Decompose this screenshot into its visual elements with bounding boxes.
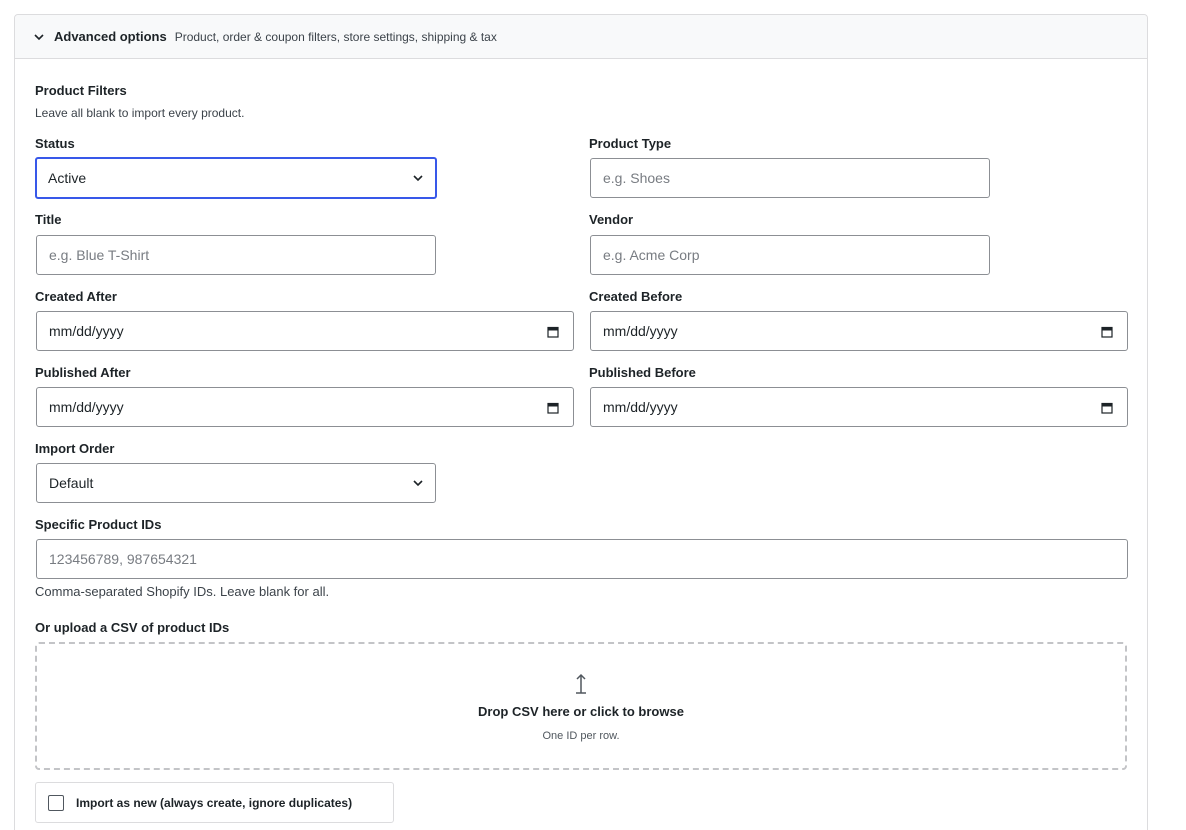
panel-subtitle: Product, order & coupon filters, store s…: [174, 29, 497, 44]
created-before-value: mm/dd/yyyy: [603, 323, 678, 339]
status-value: Active: [48, 170, 87, 186]
product-ids-placeholder: 123456789, 987654321: [49, 551, 197, 567]
chevron-down-icon: [411, 476, 425, 490]
calendar-icon[interactable]: [1101, 401, 1113, 414]
import-order-label: Import Order: [35, 441, 115, 456]
product-ids-help: Comma-separated Shopify IDs. Leave blank…: [35, 584, 330, 599]
product-filters-help: Leave all blank to import every product.: [35, 106, 245, 120]
published-before-value: mm/dd/yyyy: [603, 399, 678, 415]
calendar-icon[interactable]: [547, 325, 559, 338]
import-order-select[interactable]: Default: [36, 463, 436, 503]
product-filters-title: Product Filters: [35, 83, 127, 98]
product-ids-input[interactable]: 123456789, 987654321: [36, 539, 1128, 579]
csv-upload-label: Or upload a CSV of product IDs: [35, 620, 230, 635]
calendar-icon[interactable]: [547, 401, 559, 414]
import-order-value: Default: [49, 475, 94, 491]
upload-arrow-icon: [574, 672, 588, 696]
status-label: Status: [35, 136, 75, 151]
title-input[interactable]: e.g. Blue T-Shirt: [36, 235, 436, 275]
product-type-placeholder: e.g. Shoes: [603, 170, 670, 186]
dropzone-subtitle: One ID per row.: [542, 730, 620, 742]
created-before-label: Created Before: [589, 289, 683, 304]
created-before-date-input[interactable]: mm/dd/yyyy: [590, 311, 1128, 351]
published-after-label: Published After: [35, 365, 131, 380]
advanced-options-toggle[interactable]: Advanced options Product, order & coupon…: [15, 15, 1147, 59]
created-after-date-input[interactable]: mm/dd/yyyy: [36, 311, 574, 351]
title-placeholder: e.g. Blue T-Shirt: [49, 247, 150, 263]
chevron-down-icon: [33, 31, 45, 43]
product-type-label: Product Type: [589, 136, 672, 151]
published-before-label: Published Before: [589, 365, 696, 380]
vendor-placeholder: e.g. Acme Corp: [603, 247, 700, 263]
product-ids-label: Specific Product IDs: [35, 517, 162, 532]
published-after-date-input[interactable]: mm/dd/yyyy: [36, 387, 574, 427]
published-after-value: mm/dd/yyyy: [49, 399, 124, 415]
vendor-label: Vendor: [589, 212, 634, 227]
published-before-date-input[interactable]: mm/dd/yyyy: [590, 387, 1128, 427]
created-after-label: Created After: [35, 289, 117, 304]
dropzone-title: Drop CSV here or click to browse: [478, 704, 684, 719]
title-label: Title: [35, 212, 62, 227]
panel-title: Advanced options: [54, 29, 167, 44]
status-select[interactable]: Active: [35, 157, 437, 199]
created-after-value: mm/dd/yyyy: [49, 323, 124, 339]
import-as-new-label: Import as new (always create, ignore dup…: [76, 795, 353, 810]
import-as-new-option[interactable]: Import as new (always create, ignore dup…: [35, 782, 394, 823]
csv-dropzone[interactable]: Drop CSV here or click to browse One ID …: [35, 642, 1127, 770]
vendor-input[interactable]: e.g. Acme Corp: [590, 235, 990, 275]
calendar-icon[interactable]: [1101, 325, 1113, 338]
chevron-down-icon: [411, 171, 425, 185]
import-as-new-checkbox[interactable]: [48, 794, 64, 811]
product-type-input[interactable]: e.g. Shoes: [590, 158, 990, 198]
